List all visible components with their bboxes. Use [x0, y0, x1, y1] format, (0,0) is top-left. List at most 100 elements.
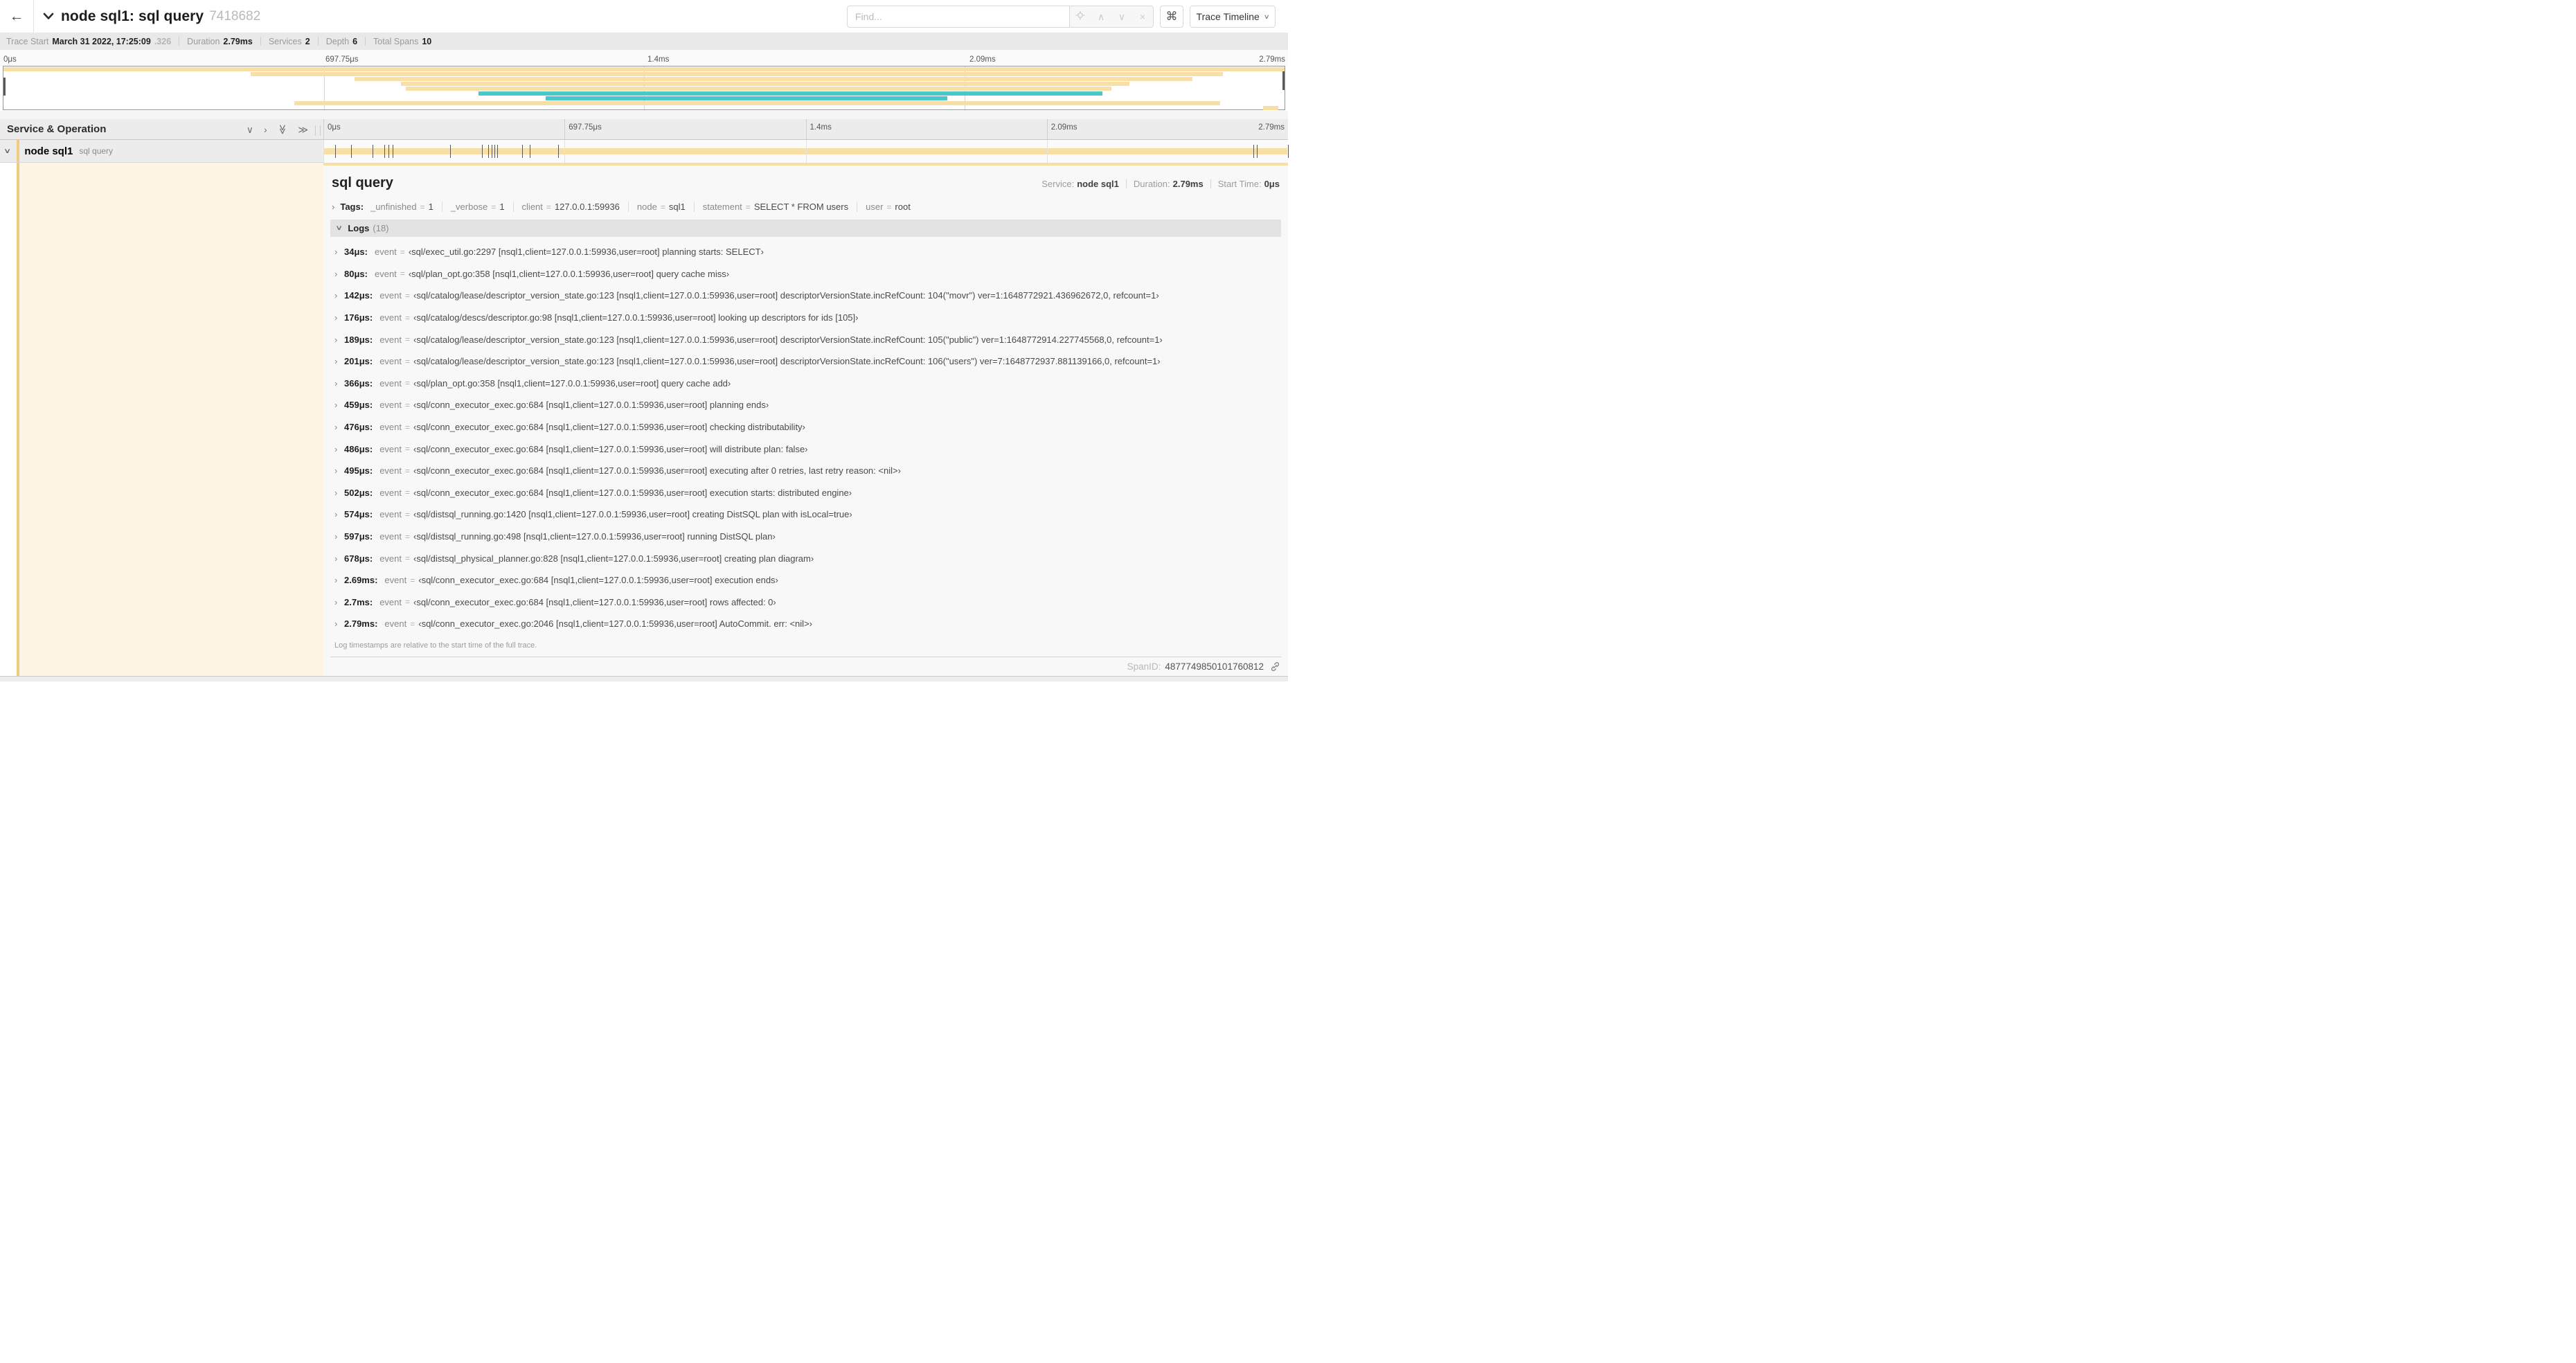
- log-timestamp: 476μs:: [344, 422, 373, 433]
- log-chevron-right-icon[interactable]: ›: [334, 312, 344, 323]
- log-row[interactable]: › 142μs: event = ‹sql/catalog/lease/descript…: [330, 285, 1281, 307]
- minimap-left-drag-handle[interactable]: [3, 78, 6, 96]
- column-resizer-handle[interactable]: [315, 125, 321, 136]
- log-chevron-right-icon[interactable]: ›: [334, 247, 344, 257]
- log-chevron-right-icon[interactable]: ›: [334, 488, 344, 498]
- trace-start-label: Trace Start: [6, 36, 49, 46]
- log-marker-tick: [388, 145, 390, 158]
- log-row[interactable]: › 495μs: event = ‹sql/conn_executor_exec.go:…: [330, 460, 1281, 482]
- collapse-one-icon[interactable]: ∨: [247, 125, 253, 134]
- log-row[interactable]: › 574μs: event = ‹sql/distsql_running.go:142…: [330, 504, 1281, 526]
- log-field-key: event: [379, 377, 402, 389]
- log-field-value: ‹sql/plan_opt.go:358 [nsql1,client=127.0…: [413, 377, 731, 389]
- log-row[interactable]: › 2.79ms: event = ‹sql/conn_executor_exec.go…: [330, 613, 1281, 635]
- find-clear-icon[interactable]: ×: [1132, 6, 1153, 27]
- log-chevron-right-icon[interactable]: ›: [334, 597, 344, 607]
- trace-view-dropdown[interactable]: Trace Timeline ∨: [1190, 6, 1276, 28]
- trace-minimap[interactable]: [3, 66, 1285, 110]
- log-chevron-right-icon[interactable]: ›: [334, 444, 344, 454]
- log-chevron-right-icon[interactable]: ›: [334, 531, 344, 542]
- minimap-span-bar: [294, 101, 1221, 105]
- log-row[interactable]: › 2.69ms: event = ‹sql/conn_executor_exec.go…: [330, 569, 1281, 591]
- title-chevron-down-icon[interactable]: [43, 12, 54, 20]
- equals-sign: =: [405, 597, 411, 607]
- log-chevron-right-icon[interactable]: ›: [334, 618, 344, 629]
- equals-sign: =: [405, 488, 411, 498]
- collapse-all-icon[interactable]: ≫: [277, 124, 288, 134]
- log-row[interactable]: › 459μs: event = ‹sql/conn_executor_exec.go:…: [330, 394, 1281, 416]
- depth-label: Depth: [325, 36, 350, 46]
- keyboard-shortcuts-button[interactable]: ⌘: [1160, 6, 1183, 28]
- find-next-icon[interactable]: ∨: [1111, 6, 1132, 27]
- span-timeline-area[interactable]: [323, 140, 1289, 163]
- log-chevron-right-icon[interactable]: ›: [334, 356, 344, 366]
- log-chevron-right-icon[interactable]: ›: [334, 509, 344, 519]
- tag-key: _verbose: [450, 202, 488, 212]
- span-accent-strip: [323, 163, 1288, 166]
- log-field-key: event: [379, 465, 402, 476]
- log-chevron-right-icon[interactable]: ›: [334, 269, 344, 279]
- log-row[interactable]: › 80μs: event = ‹sql/plan_opt.go:358 [nsql1,…: [330, 263, 1281, 285]
- divider: [260, 37, 261, 46]
- tag-key: client: [521, 202, 543, 212]
- log-field-key: event: [374, 247, 397, 258]
- log-field-value: ‹sql/catalog/lease/descriptor_version_st…: [413, 334, 1163, 345]
- find-prev-icon[interactable]: ∧: [1091, 6, 1111, 27]
- column-gridline: [564, 140, 566, 163]
- log-row[interactable]: › 189μs: event = ‹sql/catalog/lease/descript…: [330, 328, 1281, 350]
- span-id-value: 4877749850101760812: [1165, 661, 1264, 672]
- equals-sign: =: [405, 444, 411, 454]
- log-timestamp: 2.69ms:: [344, 575, 378, 586]
- log-row[interactable]: › 486μs: event = ‹sql/conn_executor_exec.go:…: [330, 438, 1281, 460]
- log-chevron-right-icon[interactable]: ›: [334, 422, 344, 432]
- time-tick-label: 1.4ms: [810, 123, 832, 132]
- back-button[interactable]: ←: [0, 0, 34, 33]
- log-chevron-right-icon[interactable]: ›: [334, 553, 344, 564]
- log-row[interactable]: › 2.7ms: event = ‹sql/conn_executor_exec.go:…: [330, 591, 1281, 614]
- trace-id: 7418682: [209, 8, 261, 24]
- equals-sign: =: [405, 400, 411, 410]
- log-marker-tick: [497, 145, 498, 158]
- tag-value: 1: [499, 202, 505, 212]
- locate-icon[interactable]: [1070, 6, 1091, 27]
- log-field-value: ‹sql/catalog/descs/descriptor.go:98 [nsq…: [413, 312, 859, 323]
- log-field-key: event: [379, 531, 402, 542]
- horizontal-scrollbar[interactable]: [0, 676, 1288, 682]
- log-chevron-right-icon[interactable]: ›: [334, 400, 344, 410]
- log-row[interactable]: › 201μs: event = ‹sql/catalog/lease/descript…: [330, 350, 1281, 373]
- log-row[interactable]: › 366μs: event = ‹sql/plan_opt.go:358 [nsql1…: [330, 373, 1281, 395]
- log-row[interactable]: › 502μs: event = ‹sql/conn_executor_exec.go:…: [330, 482, 1281, 504]
- divider: [365, 37, 366, 46]
- log-chevron-right-icon[interactable]: ›: [334, 290, 344, 301]
- log-row[interactable]: › 34μs: event = ‹sql/exec_util.go:2297 [nsql…: [330, 241, 1281, 263]
- expand-one-icon[interactable]: ›: [264, 125, 267, 134]
- log-chevron-right-icon[interactable]: ›: [334, 335, 344, 345]
- span-row-name[interactable]: ∨ node sql1 sql query: [0, 140, 323, 163]
- log-chevron-right-icon[interactable]: ›: [334, 575, 344, 585]
- minimap-span-bar: [400, 82, 1130, 86]
- tags-row[interactable]: › Tags: _unfinished = 1 _verbose = 1 client = 12…: [332, 202, 1280, 212]
- find-input[interactable]: [847, 6, 1069, 28]
- expand-all-icon[interactable]: ≫: [298, 125, 308, 134]
- span-color-stripe: [17, 140, 20, 162]
- span-collapse-chevron-icon[interactable]: ∨: [3, 148, 11, 155]
- minimap-time-ruler: 0μs 697.75μs 1.4ms 2.09ms 2.79ms: [0, 50, 1288, 66]
- log-row[interactable]: › 678μs: event = ‹sql/distsql_physical_plann…: [330, 547, 1281, 569]
- log-field-value: ‹sql/conn_executor_exec.go:684 [nsql1,cl…: [418, 575, 778, 586]
- log-chevron-right-icon[interactable]: ›: [334, 378, 344, 389]
- log-row[interactable]: › 476μs: event = ‹sql/conn_executor_exec.go:…: [330, 416, 1281, 438]
- equals-sign: =: [405, 378, 411, 389]
- log-chevron-right-icon[interactable]: ›: [334, 465, 344, 476]
- logs-chevron-down-icon[interactable]: ∨: [335, 224, 343, 232]
- equals-sign: =: [405, 465, 411, 476]
- equals-sign: =: [745, 202, 751, 212]
- log-row[interactable]: › 176μs: event = ‹sql/catalog/descs/descript…: [330, 307, 1281, 329]
- tag-key: statement: [702, 202, 742, 212]
- logs-footnote: Log timestamps are relative to the start…: [334, 641, 537, 650]
- time-tick-label: 2.79ms: [1259, 55, 1285, 64]
- log-row[interactable]: › 597μs: event = ‹sql/distsql_running.go:498…: [330, 526, 1281, 548]
- tags-chevron-right-icon[interactable]: ›: [332, 202, 334, 212]
- logs-header[interactable]: ∨ Logs (18): [330, 220, 1281, 237]
- log-marker-tick: [494, 145, 496, 158]
- link-icon[interactable]: [1269, 661, 1281, 672]
